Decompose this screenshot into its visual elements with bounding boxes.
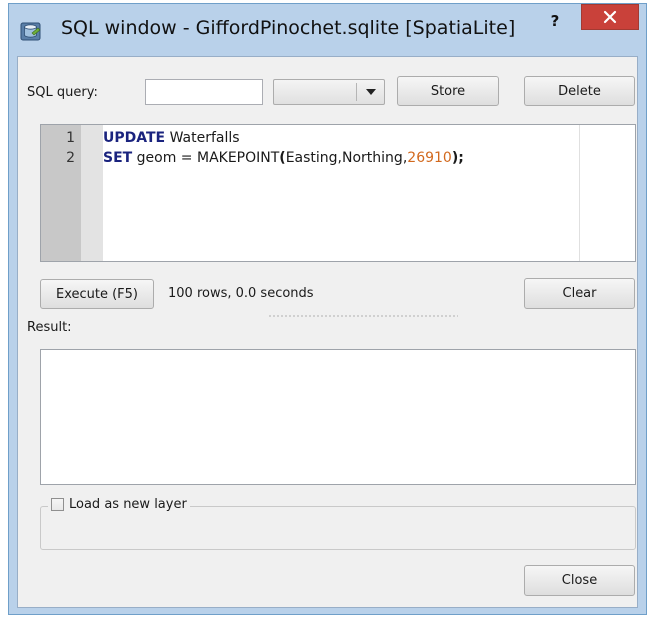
execute-button[interactable]: Execute (F5): [40, 279, 154, 309]
sql-keyword: UPDATE: [103, 130, 166, 146]
result-label: Result:: [27, 320, 72, 335]
sql-editor[interactable]: 1 UPDATE Waterfalls 2 SET geom = MAKEPOI…: [40, 124, 636, 262]
close-icon: [603, 10, 617, 24]
sql-query-label: SQL query:: [27, 85, 98, 100]
database-icon: [20, 20, 42, 42]
code-line-2: 2 SET geom = MAKEPOINT(Easting,Northing,…: [41, 150, 635, 170]
dialog-body: SQL query: Store Delete 1 UPDATE Waterfa…: [17, 56, 638, 608]
load-layer-checkbox[interactable]: [51, 498, 64, 511]
code-fragment: Waterfalls: [165, 130, 240, 146]
splitter-handle[interactable]: [268, 315, 458, 317]
result-table[interactable]: [40, 349, 636, 485]
close-paren: );: [451, 150, 464, 166]
line-number: 2: [66, 150, 75, 166]
load-layer-label: Load as new layer: [69, 497, 187, 512]
window-close-button[interactable]: [581, 4, 639, 30]
help-button[interactable]: ?: [541, 8, 569, 34]
store-button[interactable]: Store: [397, 76, 499, 106]
title-bar[interactable]: SQL window - GiffordPinochet.sqlite [Spa…: [9, 4, 646, 56]
load-layer-toggle[interactable]: Load as new layer: [48, 497, 190, 512]
sql-window: SQL window - GiffordPinochet.sqlite [Spa…: [8, 3, 647, 615]
srid-number: 26910: [407, 150, 452, 166]
code-fragment: geom = MAKEPOINT: [132, 150, 280, 166]
line-number: 1: [66, 130, 75, 146]
code-args: Easting,Northing,: [285, 150, 408, 166]
clear-button[interactable]: Clear: [524, 278, 635, 309]
code-text: SET geom = MAKEPOINT(Easting,Northing,26…: [103, 150, 464, 166]
close-button[interactable]: Close: [524, 565, 635, 596]
window-title: SQL window - GiffordPinochet.sqlite [Spa…: [61, 17, 516, 39]
sql-keyword: SET: [103, 150, 133, 166]
execution-status: 100 rows, 0.0 seconds: [168, 286, 314, 301]
delete-button[interactable]: Delete: [524, 76, 635, 106]
code-line-1: 1 UPDATE Waterfalls: [41, 130, 635, 150]
stored-query-select[interactable]: [273, 79, 385, 105]
query-name-input[interactable]: [145, 79, 263, 105]
chevron-down-icon: [358, 80, 384, 104]
code-text: UPDATE Waterfalls: [103, 130, 240, 146]
load-layer-group: [40, 506, 636, 550]
combo-separator: [356, 83, 357, 101]
